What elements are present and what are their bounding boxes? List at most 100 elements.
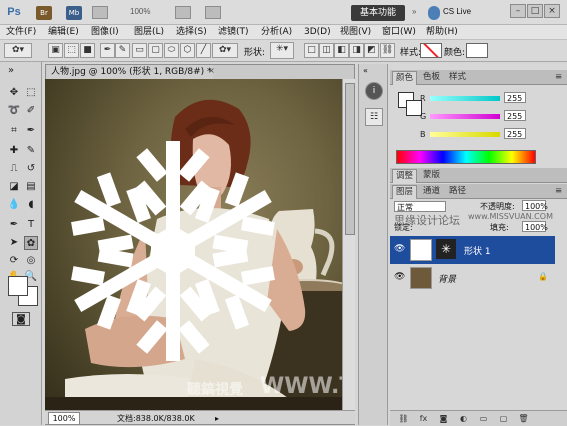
- slider-b-value[interactable]: 255: [504, 128, 526, 139]
- menu-file[interactable]: 文件(F): [6, 26, 36, 39]
- blend-mode-select[interactable]: 正常: [394, 201, 446, 212]
- move-tool-icon[interactable]: ✥: [7, 86, 21, 100]
- menu-layer[interactable]: 图层(L): [134, 26, 164, 39]
- foreground-color-swatch[interactable]: [8, 276, 28, 296]
- layer-style-icon[interactable]: fx: [418, 413, 429, 424]
- add-mask-icon[interactable]: ◙: [438, 413, 449, 424]
- pen-tool-icon[interactable]: ✒: [100, 43, 115, 58]
- slider-g-track[interactable]: [430, 114, 500, 119]
- polygon-tool-icon[interactable]: ⬡: [180, 43, 195, 58]
- rounded-rectangle-icon[interactable]: ▢: [148, 43, 163, 58]
- more-workspaces-icon[interactable]: »: [412, 7, 416, 16]
- slider-r-value[interactable]: 255: [504, 92, 526, 103]
- slider-g-value[interactable]: 255: [504, 110, 526, 121]
- menu-image[interactable]: 图像(I): [91, 26, 119, 39]
- slider-b-track[interactable]: [430, 132, 500, 137]
- maximize-button[interactable]: □: [527, 4, 543, 18]
- menu-3d[interactable]: 3D(D): [304, 26, 331, 39]
- history-panel-icon[interactable]: ☷: [365, 108, 383, 126]
- 3d-orbit-icon[interactable]: ◎: [24, 254, 38, 268]
- menu-help[interactable]: 帮助(H): [426, 26, 458, 39]
- layer-visibility-eye-icon[interactable]: 👁: [394, 244, 405, 254]
- panel-menu-icon[interactable]: ≡: [552, 71, 565, 84]
- freeform-pen-icon[interactable]: ✎: [115, 43, 130, 58]
- tab-styles[interactable]: 样式: [446, 71, 469, 84]
- lasso-tool-icon[interactable]: ➰: [7, 104, 21, 118]
- quick-selection-icon[interactable]: ✐: [24, 104, 38, 118]
- tab-paths[interactable]: 路径: [446, 185, 469, 198]
- document-tab[interactable]: 人物.jpg @ 100% (形状 1, RGB/8#) *: [47, 65, 213, 79]
- intersect-shape-icon[interactable]: ◨: [349, 43, 364, 58]
- add-to-shape-icon[interactable]: ◫: [319, 43, 334, 58]
- clone-stamp-icon[interactable]: ⎍: [7, 162, 21, 176]
- eyedropper-icon[interactable]: ✒: [24, 124, 38, 138]
- menu-analysis[interactable]: 分析(A): [261, 26, 292, 39]
- marquee-tool-icon[interactable]: ⬚: [24, 86, 38, 100]
- link-layers-icon[interactable]: ⛓: [398, 413, 409, 424]
- dodge-tool-icon[interactable]: ◖: [24, 198, 38, 212]
- snowflake-shape[interactable]: [45, 79, 355, 411]
- link-icon[interactable]: ⛓: [380, 43, 395, 58]
- opacity-field[interactable]: 100%: [522, 200, 548, 211]
- scroll-thumb[interactable]: [345, 83, 355, 235]
- new-group-icon[interactable]: ▭: [478, 413, 489, 424]
- subtract-shape-icon[interactable]: ◧: [334, 43, 349, 58]
- mini-bridge-button[interactable]: Mb: [66, 6, 82, 20]
- vertical-scrollbar[interactable]: [342, 79, 355, 411]
- quick-mask-icon[interactable]: ◙: [12, 312, 30, 326]
- layer-name[interactable]: 形状 1: [464, 244, 491, 257]
- gradient-tool-icon[interactable]: ▤: [24, 180, 38, 194]
- eraser-icon[interactable]: ◪: [7, 180, 21, 194]
- shape-color-swatch[interactable]: [466, 43, 488, 58]
- adjustment-layer-icon[interactable]: ◐: [458, 413, 469, 424]
- arrange-documents-icon[interactable]: [175, 6, 191, 19]
- fill-field[interactable]: 100%: [522, 221, 548, 232]
- zoom-field[interactable]: 100%: [48, 412, 80, 425]
- shape-picker-snowflake-icon[interactable]: ✳▾: [270, 42, 294, 59]
- delete-layer-icon[interactable]: 🗑: [518, 413, 529, 424]
- cs-live-button[interactable]: CS Live: [443, 7, 471, 16]
- layers-panel-menu-icon[interactable]: ≡: [552, 185, 565, 198]
- line-tool-icon[interactable]: ╱: [196, 43, 211, 58]
- rectangle-tool-icon[interactable]: ▭: [132, 43, 147, 58]
- paths-button[interactable]: ⬚: [64, 43, 79, 58]
- bridge-button[interactable]: Br: [36, 6, 52, 20]
- screen-mode-icon[interactable]: [205, 6, 221, 19]
- layer-visibility-eye-icon[interactable]: 👁: [394, 272, 405, 282]
- custom-shape-tool-icon[interactable]: ✿: [24, 236, 38, 250]
- tab-color[interactable]: 颜色: [392, 71, 418, 85]
- menu-window[interactable]: 窗口(W): [382, 26, 416, 39]
- minimize-button[interactable]: –: [510, 4, 526, 18]
- status-menu-arrow-icon[interactable]: ▸: [215, 414, 219, 423]
- 3d-rotate-icon[interactable]: ⟳: [7, 254, 21, 268]
- layer-row-background[interactable]: 👁 背景 🔒: [390, 264, 555, 292]
- dock-collapse-icon[interactable]: «: [363, 66, 368, 75]
- info-panel-icon[interactable]: i: [365, 82, 383, 100]
- tool-preset-picker[interactable]: ✿▾: [4, 43, 32, 58]
- tab-layers[interactable]: 图层: [392, 185, 418, 199]
- zoom-level-display[interactable]: 100%: [130, 7, 150, 16]
- workspace-switcher-button[interactable]: 基本功能: [351, 5, 405, 21]
- crop-tool-icon[interactable]: ⌗: [7, 124, 21, 138]
- healing-brush-icon[interactable]: ✚: [7, 144, 21, 158]
- menu-view[interactable]: 视图(V): [340, 26, 371, 39]
- canvas[interactable]: WWW.TLVI.NET 聽鎬視覺: [45, 79, 355, 411]
- pen-tool-icon[interactable]: ✒: [7, 218, 21, 232]
- new-layer-icon[interactable]: ▢: [498, 413, 509, 424]
- menu-select[interactable]: 选择(S): [176, 26, 207, 39]
- view-extras-icon[interactable]: [92, 6, 108, 19]
- menu-filter[interactable]: 滤镜(T): [218, 26, 249, 39]
- close-window-button[interactable]: ×: [544, 4, 560, 18]
- custom-shape-tool-icon[interactable]: ✿▾: [212, 43, 238, 58]
- close-document-icon[interactable]: ×: [208, 66, 215, 75]
- layer-row-shape[interactable]: 👁 ✳ 形状 1: [390, 236, 555, 264]
- type-tool-icon[interactable]: T: [24, 218, 38, 232]
- tab-channels[interactable]: 通道: [420, 185, 443, 198]
- style-picker[interactable]: [420, 43, 442, 58]
- tab-adjustments[interactable]: 调整: [392, 169, 418, 183]
- path-selection-icon[interactable]: ➤: [7, 236, 21, 250]
- fill-pixels-button[interactable]: ■: [80, 43, 95, 58]
- tab-swatches[interactable]: 色板: [420, 71, 443, 84]
- blur-tool-icon[interactable]: 💧: [7, 198, 21, 212]
- shape-layers-button[interactable]: ▣: [48, 43, 63, 58]
